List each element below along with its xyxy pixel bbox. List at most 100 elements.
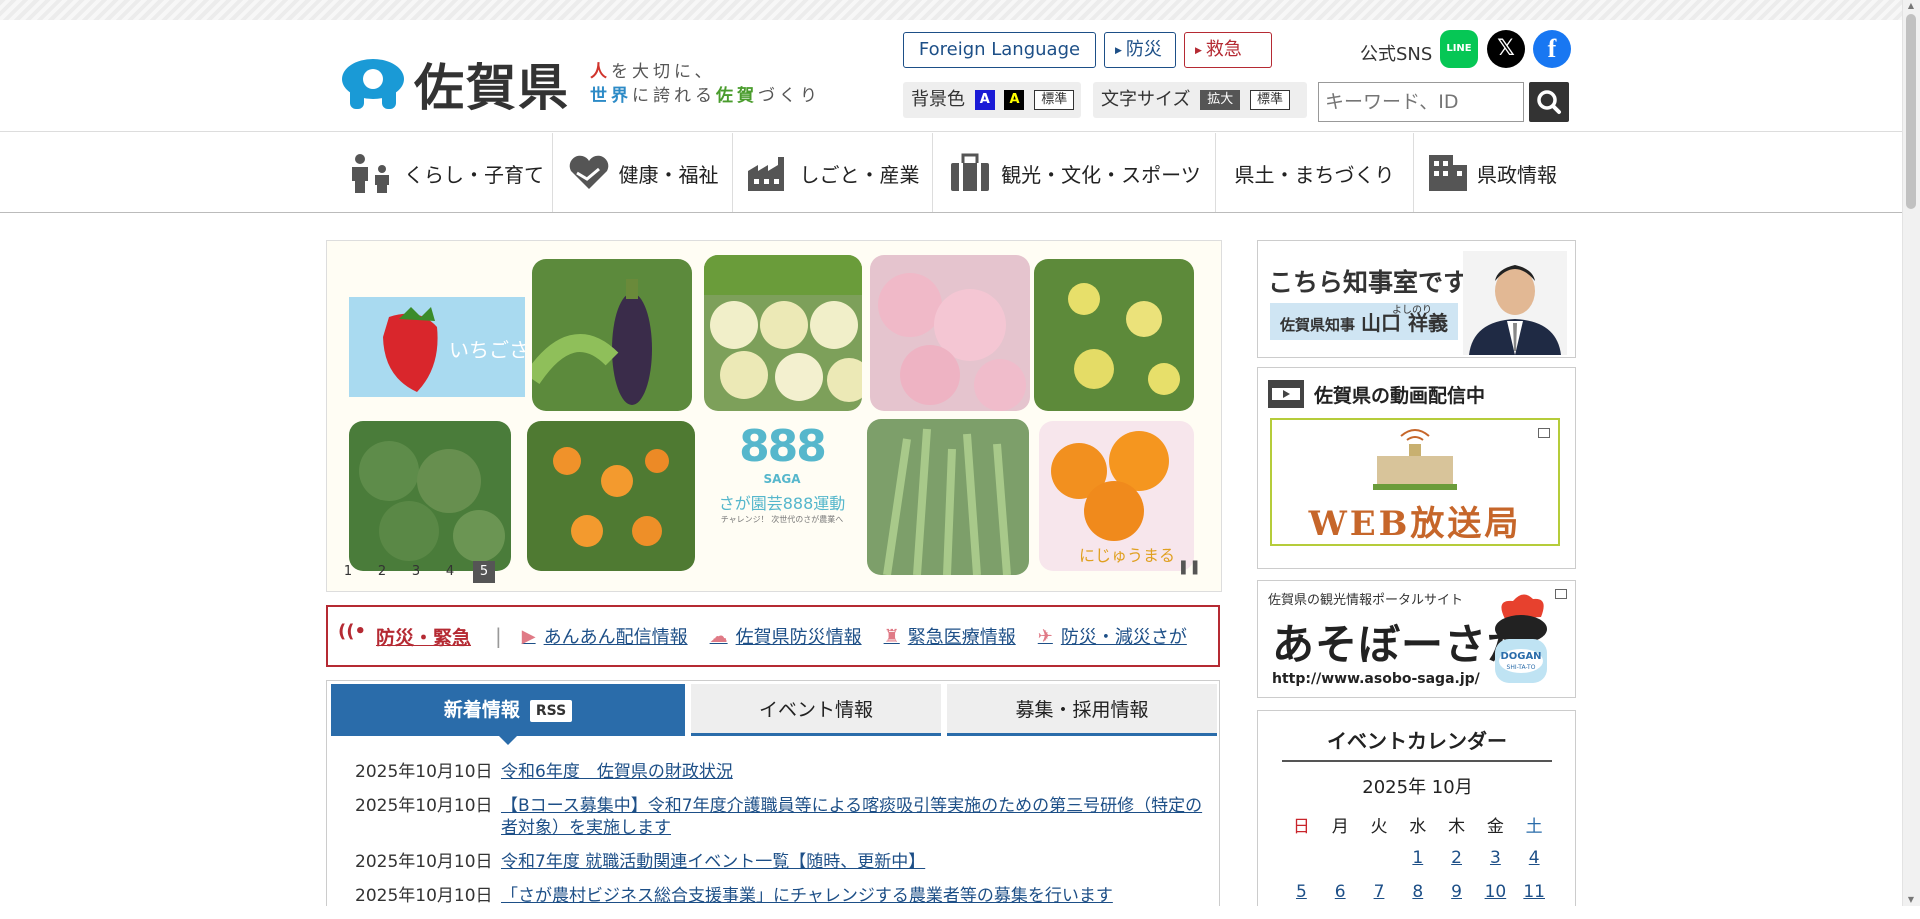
emergency-bar: 防災・緊急 | ▶あんあん配信情報 ☁佐賀県防災情報 ♜緊急医療情報 ✈防災・減… [326,605,1220,667]
mikan-tree-image [527,421,695,571]
hero-slider[interactable]: いちごさん 888 SAGA さが園芸888運動 チャレンジ！ 次世代のさが農業… [326,240,1222,592]
calendar-day[interactable]: 4 [1515,848,1554,868]
emergency-link-gensai[interactable]: ✈ 防災・減災さが [1038,623,1187,649]
slider-dot-4[interactable]: 4 [439,561,461,583]
facebook-icon[interactable]: f [1533,30,1571,68]
bosai-button[interactable]: 防災 [1104,32,1176,68]
tab-recruitment-info[interactable]: 募集・採用情報 [947,684,1217,736]
family-icon [352,154,389,193]
asobo-saga-banner[interactable]: 佐賀県の観光情報ポータルサイト あそぼーさが http://www.asobo-… [1257,580,1576,698]
gnav-kenko[interactable]: 健康・福祉 [553,133,733,213]
video-panel: 佐賀県の動画配信中 WEB放送局 [1257,367,1576,569]
strawberry-label: いちごさん [449,338,525,362]
bg-blue-button[interactable]: A [974,90,995,110]
kyukyu-button[interactable]: 救急 [1184,32,1272,68]
calendar-week: 1 2 3 4 [1282,841,1554,875]
x-twitter-icon[interactable]: 𝕏 [1487,30,1525,68]
emergency-link-iryo[interactable]: ♜ 緊急医療情報 [884,623,1016,649]
gnav-kanko[interactable]: 観光・文化・スポーツ [933,133,1216,213]
slider-dot-2[interactable]: 2 [371,561,393,583]
scrollbar[interactable]: ▲ ▼ [1902,0,1920,906]
font-large-button[interactable]: 拡大 [1200,90,1241,110]
news-item-link[interactable]: 令和6年度 佐賀県の財政状況 [501,761,733,783]
svg-text:DOGAN: DOGAN [1500,651,1541,662]
news-list: 2025年10月10日 令和6年度 佐賀県の財政状況 2025年10月10日 【Bコ… [355,761,1205,919]
news-item-link[interactable]: 令和7年度 就職活動関連イベント一覧【随時、更新中】 [501,851,925,873]
scroll-down-icon[interactable]: ▼ [1906,896,1916,904]
calendar-day[interactable]: 1 [1398,848,1437,868]
factory-icon [747,157,784,191]
news-item-link[interactable]: 「さが農村ビジネス総合支援事業」にチャレンジする農業者等の募集を行います [501,885,1113,907]
calendar-weekday-row: 日 月 火 水 木 金 土 [1292,816,1543,837]
font-size-switcher: 文字サイズ 拡大 標準 [1093,82,1307,118]
calendar-day[interactable]: 11 [1515,882,1554,902]
calendar-grid: 日 月 火 水 木 金 土 1 2 3 4 5 6 7 8 9 10 11 [1282,807,1554,909]
slider-pagination: 1 2 3 4 5 [337,561,495,583]
badge-888-number: 888 [739,421,827,472]
sns-label: 公式SNS [1360,44,1433,65]
slider-dot-5[interactable]: 5 [473,561,495,583]
slider-dot-3[interactable]: 3 [405,561,427,583]
megaphone-icon: ▶ [521,625,536,647]
tour-portal-caption: 佐賀県の観光情報ポータルサイト [1268,593,1464,608]
site-logo[interactable]: 佐賀県 人を大切に、 世界に誇れる佐賀づくり [340,48,821,120]
governor-photo [1463,251,1567,355]
background-color-switcher: 背景色 A A 標準 [903,82,1081,118]
scroll-up-icon[interactable]: ▲ [1906,2,1916,10]
calendar-day[interactable]: 9 [1437,882,1476,902]
pause-icon[interactable]: ❚❚ [1178,559,1201,575]
rss-badge[interactable]: RSS [529,699,573,722]
emergency-link-bosai[interactable]: ☁ 佐賀県防災情報 [710,623,862,649]
gnav-kendo[interactable]: 県土・まちづくり [1216,133,1414,213]
gnav-kurashi[interactable]: くらし・子育て [340,133,553,213]
event-calendar: イベントカレンダー 2025年 10月 日 月 火 水 木 金 土 1 2 3 … [1257,710,1576,906]
bg-black-button[interactable]: A [1004,90,1025,110]
badge-sub: SAGA [763,472,801,486]
site-header: 佐賀県 人を大切に、 世界に誇れる佐賀づくり Foreign Language … [0,20,1902,132]
broccoli-image [349,421,511,571]
calendar-title: イベントカレンダー [1282,725,1552,762]
web-housoukyoku-banner[interactable]: WEB放送局 [1270,418,1560,546]
nijyumaru-image: にじゅうまる [1039,421,1194,571]
gnav-shigoto[interactable]: しごと・産業 [733,133,933,213]
governor-banner[interactable]: こちら知事室です 佐賀県知事 山口 祥義 よしのり [1257,240,1576,358]
news-item-link[interactable]: 【Bコース募集中】令和7年度介護職員等による喀痰吸引等実施のための第三号研修（特… [501,795,1205,839]
governor-title: こちら知事室です [1268,268,1469,297]
calendar-day[interactable]: 10 [1476,882,1515,902]
scrollbar-thumb[interactable] [1906,14,1916,209]
font-standard-button[interactable]: 標準 [1249,90,1290,110]
badge-small-text: チャレンジ！ 次世代のさが農業へ [720,515,844,524]
tab-event-info[interactable]: イベント情報 [691,684,941,736]
dogan-mascot-icon: DOGAN SHI-TA-TO [1495,594,1547,683]
eggplant-image [532,259,692,411]
slider-dot-1[interactable]: 1 [337,561,359,583]
emergency-title-link[interactable]: 防災・緊急 [328,621,471,650]
badge-text: さが園芸888運動 [718,494,846,513]
calendar-day[interactable]: 5 [1282,882,1321,902]
calendar-day[interactable]: 2 [1437,848,1476,868]
calendar-day[interactable]: 8 [1398,882,1437,902]
search-icon [1537,90,1561,114]
wheat-image [867,419,1029,575]
calendar-week: 5 6 7 8 9 10 11 [1282,875,1554,909]
video-panel-title: 佐賀県の動画配信中 [1268,380,1485,408]
line-icon[interactable]: LINE [1440,30,1478,68]
search-input[interactable] [1318,82,1524,122]
divider: | [495,624,502,648]
news-tabs: 新着情報 RSS イベント情報 募集・採用情報 [331,684,1217,745]
suitcase-icon [951,153,990,191]
top-decorative-strip [0,0,1902,20]
news-item: 2025年10月10日 令和6年度 佐賀県の財政状況 [355,761,733,783]
tab-new-info[interactable]: 新着情報 RSS [331,684,685,745]
gnav-kensei[interactable]: 県政情報 [1414,133,1570,213]
calendar-day[interactable]: 6 [1321,882,1360,902]
bg-standard-button[interactable]: 標準 [1034,90,1075,110]
calendar-day[interactable]: 3 [1476,848,1515,868]
search-button[interactable] [1529,82,1569,122]
film-icon [1268,380,1304,408]
foreign-language-button[interactable]: Foreign Language [903,32,1096,68]
engei-888-badge: 888 SAGA さが園芸888運動 チャレンジ！ 次世代のさが農業へ [707,421,857,525]
emergency-link-anan[interactable]: ▶ あんあん配信情報 [522,623,688,649]
tour-url: http://www.asobo-saga.jp/ [1272,671,1480,687]
calendar-day[interactable]: 7 [1360,882,1399,902]
